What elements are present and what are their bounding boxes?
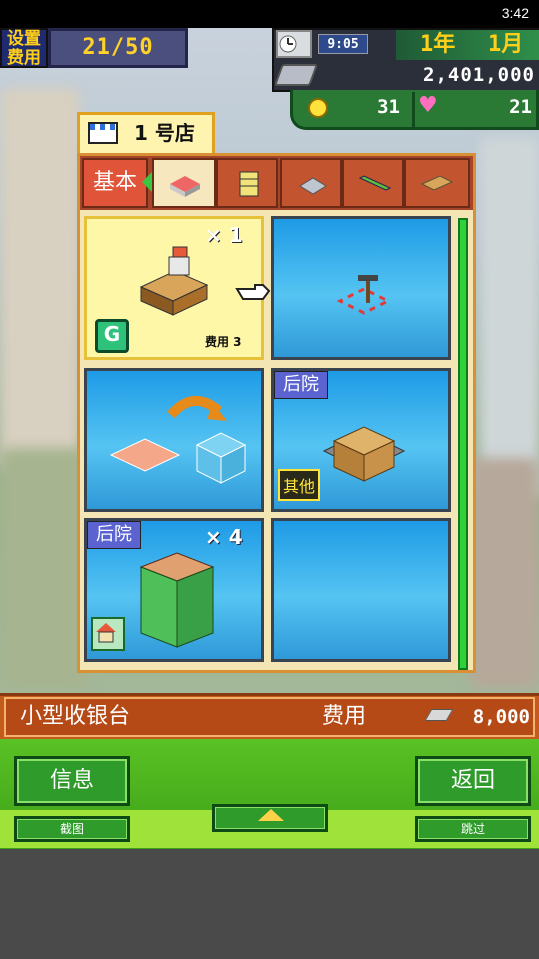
setup-fee-label-text: 设置 费用 — [7, 29, 41, 68]
item-trash-bin[interactable]: 后院 × 4 — [84, 518, 264, 662]
info-button[interactable]: 信息 — [14, 756, 130, 806]
cost-label: 费用 — [322, 704, 367, 729]
blurred-building — [0, 88, 80, 468]
clock-time: 9:05 — [318, 34, 368, 54]
backyard-tag: 后院 — [87, 521, 141, 549]
skip-button[interactable]: 跳过 — [415, 816, 531, 842]
date-month: 1月 — [488, 32, 524, 57]
shelf-icon — [239, 171, 259, 197]
item-storage-crates[interactable]: 后院 其他 — [271, 368, 451, 512]
blurred-ground — [470, 458, 539, 688]
convert-floor-icon — [109, 396, 247, 484]
item-move-tool[interactable] — [271, 216, 451, 360]
item-empty-slot — [271, 518, 451, 662]
cost-value: 8,000 — [472, 706, 530, 728]
trash-bin-icon — [139, 552, 215, 648]
heart-icon: ♥ — [418, 93, 438, 118]
clock-icon — [276, 30, 312, 58]
item-scrollbar[interactable] — [458, 218, 468, 670]
store-name: 1 号店 — [134, 121, 195, 145]
tab-counter[interactable] — [152, 158, 216, 208]
back-button[interactable]: 返回 — [415, 756, 531, 806]
move-tool-icon — [336, 275, 392, 315]
status-time: 3:42 — [501, 5, 529, 21]
fence-icon — [358, 175, 392, 191]
setup-fee-label: 设置 费用 — [0, 28, 48, 68]
tab-bench[interactable] — [404, 158, 470, 208]
badge-g-icon: G — [95, 319, 129, 353]
other-badge: 其他 — [278, 469, 321, 501]
bench-icon — [420, 175, 454, 191]
backyard-tag: 后院 — [274, 371, 328, 399]
item-cash-register[interactable]: × 1 G 费用 3 — [84, 216, 271, 360]
date-year: 1年 — [420, 32, 456, 57]
tab-basic[interactable]: 基本 — [82, 158, 148, 208]
selected-item-name: 小型收银台 — [20, 704, 131, 729]
setup-fee-count: 21/50 — [48, 28, 188, 68]
sofa-icon — [299, 177, 327, 195]
item-cost-text: 费用 3 — [205, 335, 242, 349]
chevron-up-icon — [258, 809, 284, 821]
coin-icon — [308, 98, 328, 118]
stats-divider — [412, 92, 415, 128]
tab-shelf[interactable] — [216, 158, 278, 208]
status-bar: 3:42 — [0, 0, 539, 28]
item-convert-floor[interactable] — [84, 368, 264, 512]
item-count: × 4 — [205, 525, 243, 549]
house-icon — [91, 617, 125, 651]
coin-value: 31 — [377, 96, 400, 118]
crates-icon — [322, 426, 406, 482]
money-value: 2,401,000 — [423, 64, 535, 86]
store-icon — [88, 122, 118, 144]
bottom-blank-area — [0, 849, 539, 959]
screenshot-button[interactable]: 截图 — [14, 816, 130, 842]
tab-sofa[interactable] — [280, 158, 342, 208]
heart-value: 21 — [509, 96, 532, 118]
cash-register-icon — [139, 246, 209, 316]
blurred-building — [480, 138, 539, 498]
hand-pointer-icon — [235, 284, 271, 300]
counter-icon — [170, 176, 200, 197]
tab-fence[interactable] — [342, 158, 404, 208]
